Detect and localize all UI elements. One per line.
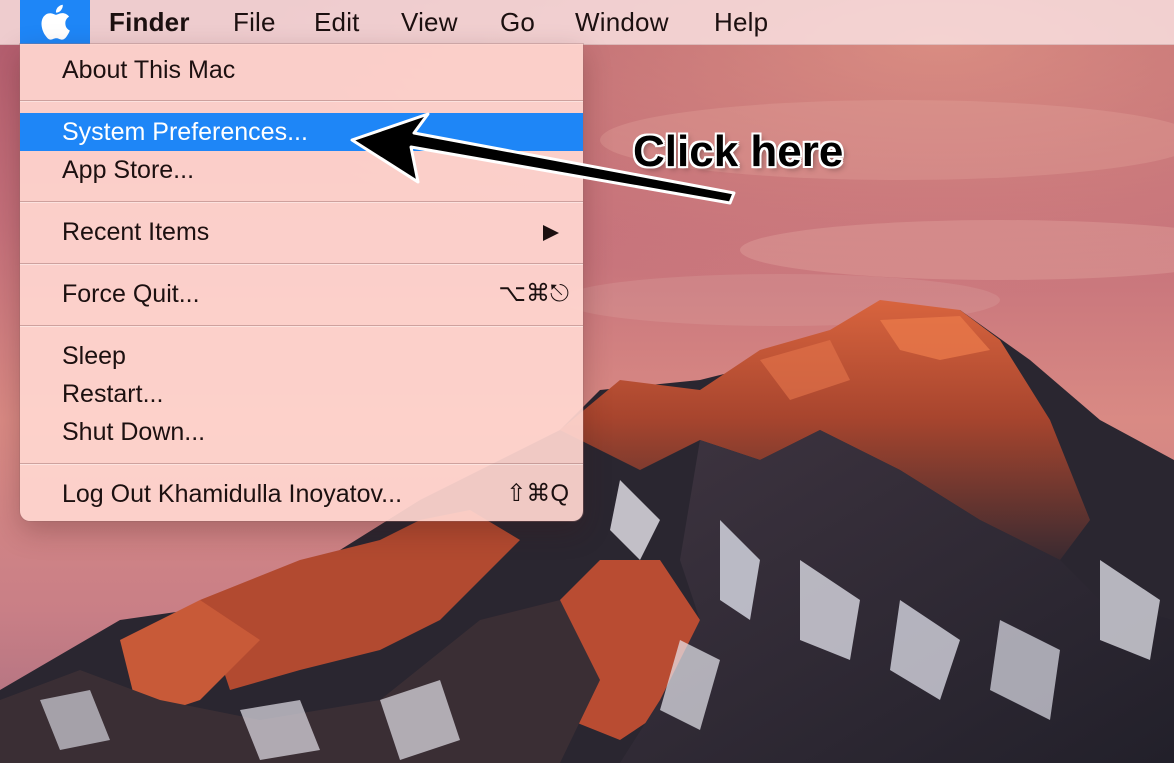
annotation-arrow-icon [350, 112, 736, 205]
annotation-callout: Click here [633, 127, 844, 176]
